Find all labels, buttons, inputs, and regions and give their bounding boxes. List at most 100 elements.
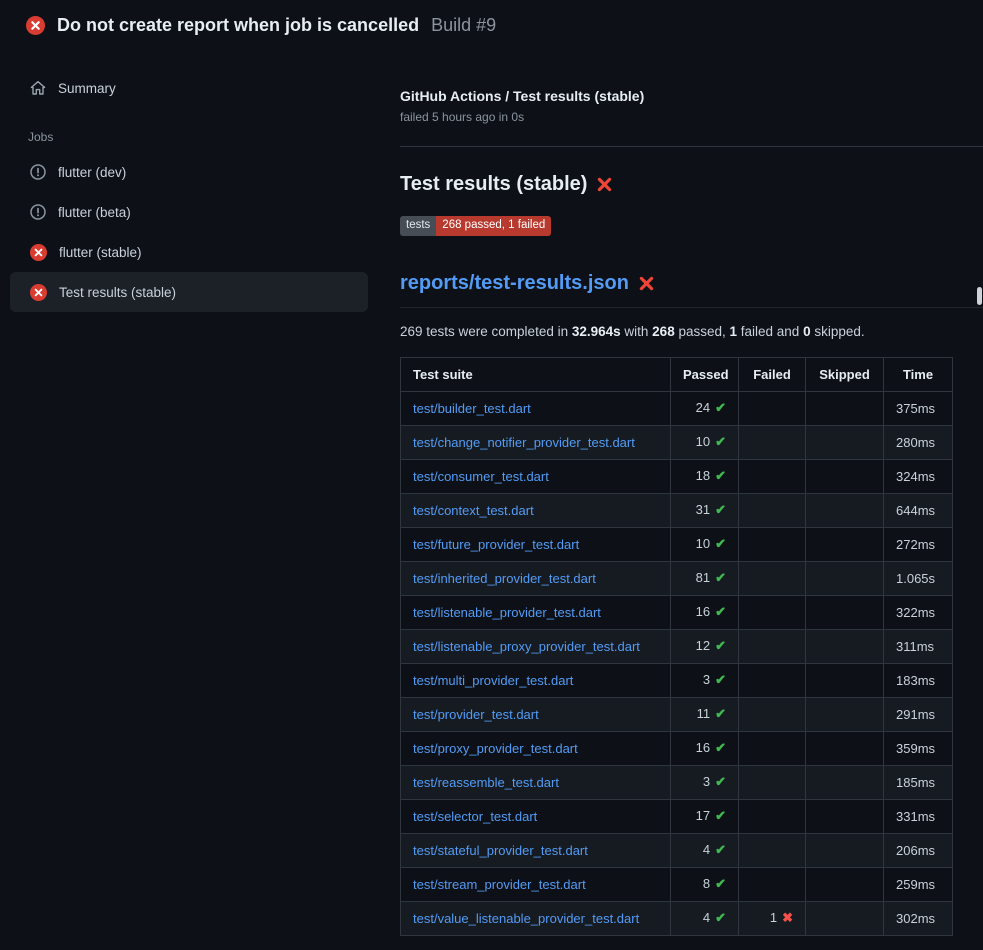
skipped-cell — [806, 833, 884, 867]
time-cell: 259ms — [884, 867, 953, 901]
time-cell: 302ms — [884, 901, 953, 935]
skipped-cell — [806, 799, 884, 833]
skipped-cell — [806, 425, 884, 459]
skipped-cell — [806, 663, 884, 697]
passed-count: 18 — [696, 468, 710, 483]
test-suite-link[interactable]: test/provider_test.dart — [413, 707, 539, 722]
table-header-row: Test suite Passed Failed Skipped Time — [401, 357, 953, 391]
test-suite-link[interactable]: test/reassemble_test.dart — [413, 775, 559, 790]
check-mark-icon: ✔ — [715, 502, 726, 517]
check-mark-icon: ✔ — [715, 842, 726, 857]
column-header-failed: Failed — [739, 357, 806, 391]
check-mark-icon: ✔ — [715, 910, 726, 925]
test-suite-link[interactable]: test/inherited_provider_test.dart — [413, 571, 596, 586]
summary-text: skipped. — [811, 324, 865, 339]
failed-count: 1 — [770, 910, 777, 925]
test-suite-link[interactable]: test/value_listenable_provider_test.dart — [413, 911, 639, 926]
test-suite-link[interactable]: test/consumer_test.dart — [413, 469, 549, 484]
page-title: Do not create report when job is cancell… — [57, 15, 419, 36]
column-header-test-suite: Test suite — [401, 357, 671, 391]
passed-count: 17 — [696, 808, 710, 823]
sidebar-item-job[interactable]: flutter (beta) — [10, 192, 368, 232]
time-cell: 1.065s — [884, 561, 953, 595]
sidebar-item-label: flutter (stable) — [59, 245, 142, 260]
test-results-table: Test suite Passed Failed Skipped Time te… — [400, 357, 953, 936]
skipped-cell — [806, 765, 884, 799]
check-mark-icon: ✔ — [715, 672, 726, 687]
sidebar-item-job[interactable]: flutter (dev) — [10, 152, 368, 192]
skipped-cell — [806, 561, 884, 595]
sidebar-item-job[interactable]: Test results (stable) — [10, 272, 368, 312]
passed-count: 24 — [696, 400, 710, 415]
passed-count: 12 — [696, 638, 710, 653]
table-row: test/consumer_test.dart18✔324ms — [401, 459, 953, 493]
sidebar: Summary Jobs flutter (dev)flutter (beta)… — [0, 50, 384, 312]
check-mark-icon: ✔ — [715, 468, 726, 483]
report-file-link[interactable]: reports/test-results.json — [400, 272, 629, 295]
check-mark-icon: ✔ — [715, 604, 726, 619]
test-suite-link[interactable]: test/proxy_provider_test.dart — [413, 741, 578, 756]
time-cell: 322ms — [884, 595, 953, 629]
summary-text: passed, — [675, 324, 730, 339]
passed-count: 3 — [703, 672, 710, 687]
summary-number: 32.964s — [572, 324, 621, 339]
section-title: Test results (stable) — [400, 173, 983, 196]
table-row: test/context_test.dart 31 ✔ 644ms — [401, 493, 953, 527]
main-content: GitHub Actions / Test results (stable) f… — [384, 50, 983, 936]
skipped-cell — [806, 595, 884, 629]
table-row: test/value_listenable_provider_test.dart… — [401, 901, 953, 935]
skipped-cell — [806, 867, 884, 901]
passed-count: 4 — [703, 842, 710, 857]
x-circle-fill-icon — [30, 244, 47, 261]
summary-text: 269 tests were completed in — [400, 324, 572, 339]
check-mark-icon: ✔ — [715, 434, 726, 449]
skipped-cell — [806, 697, 884, 731]
table-row: test/future_provider_test.dart10✔272ms — [401, 527, 953, 561]
run-status-text: failed 5 hours ago in 0s — [400, 110, 983, 124]
test-suite-link[interactable]: test/selector_test.dart — [413, 809, 537, 824]
badge-label: tests — [400, 216, 436, 236]
breadcrumb: GitHub Actions / Test results (stable) — [400, 88, 983, 104]
test-suite-link[interactable]: test/listenable_provider_test.dart — [413, 605, 601, 620]
passed-count: 8 — [703, 876, 710, 891]
time-cell: 206ms — [884, 833, 953, 867]
check-mark-icon: ✔ — [715, 876, 726, 891]
time-cell: 311ms — [884, 629, 953, 663]
summary-text: with — [621, 324, 653, 339]
skipped-cell — [806, 527, 884, 561]
skipped-cell — [806, 391, 884, 425]
passed-count: 4 — [703, 910, 710, 925]
cross-mark-icon — [596, 176, 613, 193]
passed-count: 10 — [696, 536, 710, 551]
sidebar-item-label: Test results (stable) — [59, 285, 176, 300]
check-mark-icon: ✔ — [715, 706, 726, 721]
test-suite-link[interactable]: test/context_test.dart — [413, 503, 534, 518]
test-suite-link[interactable]: test/builder_test.dart — [413, 401, 531, 416]
scrollbar-thumb[interactable] — [977, 287, 982, 305]
time-cell: 644ms — [884, 493, 953, 527]
test-suite-link[interactable]: test/listenable_proxy_provider_test.dart — [413, 639, 640, 654]
sidebar-item-summary[interactable]: Summary — [10, 68, 368, 108]
test-suite-link[interactable]: test/future_provider_test.dart — [413, 537, 579, 552]
cancelled-icon — [30, 204, 46, 220]
cancelled-icon — [30, 164, 46, 180]
passed-count: 31 — [696, 502, 710, 517]
x-circle-fill-icon — [26, 16, 45, 35]
sidebar-item-job[interactable]: flutter (stable) — [10, 232, 368, 272]
summary-number: 0 — [803, 324, 811, 339]
cross-mark-icon — [638, 275, 655, 292]
test-suite-link[interactable]: test/multi_provider_test.dart — [413, 673, 573, 688]
test-suite-link[interactable]: test/stateful_provider_test.dart — [413, 843, 588, 858]
table-row: test/change_notifier_provider_test.dart1… — [401, 425, 953, 459]
column-header-time: Time — [884, 357, 953, 391]
home-icon — [30, 80, 46, 96]
summary-number: 268 — [652, 324, 675, 339]
table-row: test/provider_test.dart11✔291ms — [401, 697, 953, 731]
test-suite-link[interactable]: test/change_notifier_provider_test.dart — [413, 435, 635, 450]
test-suite-link[interactable]: test/stream_provider_test.dart — [413, 877, 586, 892]
table-row: test/builder_test.dart24✔375ms — [401, 391, 953, 425]
skipped-cell — [806, 901, 884, 935]
table-row: test/proxy_provider_test.dart16✔359ms — [401, 731, 953, 765]
time-cell: 183ms — [884, 663, 953, 697]
passed-count: 3 — [703, 774, 710, 789]
